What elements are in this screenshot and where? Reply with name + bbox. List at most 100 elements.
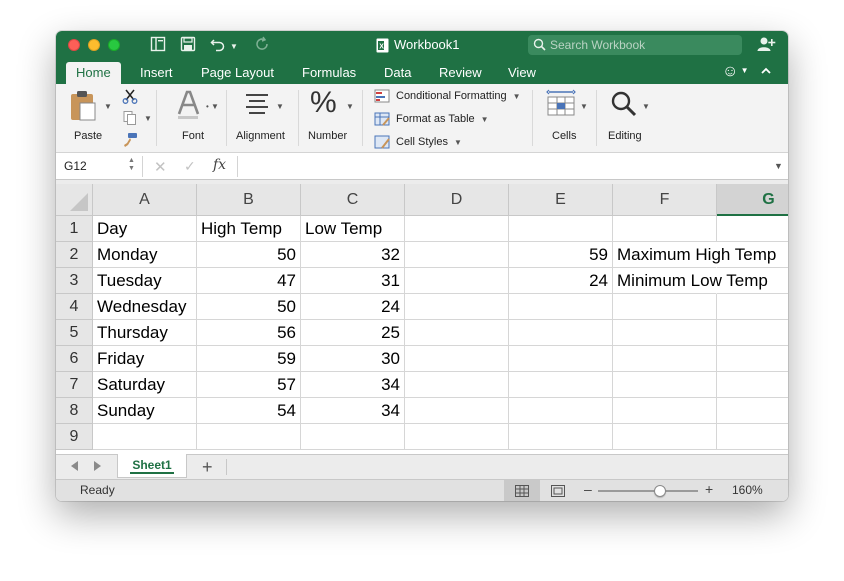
enter-formula-icon[interactable]: ✓	[184, 158, 196, 175]
cell-d9[interactable]	[405, 424, 509, 450]
cell-c7[interactable]: 34	[301, 372, 405, 398]
column-header-d[interactable]: D	[405, 184, 509, 216]
page-layout-view-button[interactable]	[540, 480, 576, 501]
cells-dropdown-icon[interactable]: ▼	[580, 102, 588, 111]
sheet-tab-sheet1[interactable]: Sheet1	[117, 454, 187, 478]
cell-a4[interactable]: Wednesday	[93, 294, 197, 320]
cell-g9[interactable]	[717, 424, 788, 450]
previous-sheet-icon[interactable]	[71, 461, 78, 471]
insert-function-icon[interactable]: fx	[213, 157, 226, 173]
cell-a5[interactable]: Thursday	[93, 320, 197, 346]
column-header-b[interactable]: B	[197, 184, 301, 216]
column-header-c[interactable]: C	[301, 184, 405, 216]
column-header-g[interactable]: G	[717, 184, 788, 216]
zoom-percentage[interactable]: 160%	[732, 483, 763, 497]
number-group[interactable]: % ▼ Number	[304, 84, 362, 153]
tab-data[interactable]: Data	[374, 62, 421, 84]
cell-a7[interactable]: Saturday	[93, 372, 197, 398]
cell-c5[interactable]: 25	[301, 320, 405, 346]
font-group[interactable]: • ▼ Font	[162, 84, 222, 153]
tab-review[interactable]: Review	[429, 62, 492, 84]
cell-c1[interactable]: Low Temp	[301, 216, 405, 242]
cell-b2[interactable]: 50	[197, 242, 301, 268]
editing-magnifier-icon[interactable]	[610, 90, 638, 118]
sidebar-toggle-icon[interactable]	[150, 36, 166, 52]
name-box-stepper-icon[interactable]: ▲ ▼	[128, 157, 135, 173]
paste-group[interactable]: ▼ Paste ▼	[66, 84, 152, 153]
select-all-corner[interactable]	[56, 184, 93, 216]
alignment-lines-icon[interactable]	[244, 92, 270, 114]
expand-formula-bar-icon[interactable]: ▼	[774, 161, 783, 171]
cell-f6[interactable]	[613, 346, 717, 372]
cell-d2[interactable]	[405, 242, 509, 268]
cell-e5[interactable]	[509, 320, 613, 346]
cells-group[interactable]: ▼ Cells	[538, 84, 596, 153]
row-header-4[interactable]: 4	[56, 294, 93, 320]
cell-g7[interactable]	[717, 372, 788, 398]
editing-group[interactable]: ▼ Editing	[602, 84, 662, 153]
column-header-a[interactable]: A	[93, 184, 197, 216]
cell-e4[interactable]	[509, 294, 613, 320]
cell-f4[interactable]	[613, 294, 717, 320]
cell-b5[interactable]: 56	[197, 320, 301, 346]
zoom-slider-thumb[interactable]	[654, 485, 666, 497]
cell-f3[interactable]: Minimum Low Temp	[613, 268, 768, 294]
format-as-table-button[interactable]: Format as Table ▼	[374, 112, 489, 126]
cell-a1[interactable]: Day	[93, 216, 197, 242]
row-header-9[interactable]: 9	[56, 424, 93, 450]
tab-home[interactable]: Home	[66, 62, 121, 84]
cell-f5[interactable]	[613, 320, 717, 346]
minimize-window-button[interactable]	[88, 39, 100, 51]
next-sheet-icon[interactable]	[94, 461, 101, 471]
row-header-3[interactable]: 3	[56, 268, 93, 294]
cell-a8[interactable]: Sunday	[93, 398, 197, 424]
copy-dropdown-icon[interactable]: ▼	[144, 114, 152, 123]
row-header-1[interactable]: 1	[56, 216, 93, 242]
cell-e8[interactable]	[509, 398, 613, 424]
save-icon[interactable]	[180, 36, 196, 52]
cell-d7[interactable]	[405, 372, 509, 398]
cell-e3[interactable]: 24	[509, 268, 613, 294]
cell-c8[interactable]: 34	[301, 398, 405, 424]
cell-b3[interactable]: 47	[197, 268, 301, 294]
undo-icon[interactable]	[210, 36, 226, 52]
cell-c3[interactable]: 31	[301, 268, 405, 294]
font-letter-a-icon[interactable]	[176, 90, 200, 120]
cell-d3[interactable]	[405, 268, 509, 294]
cell-c6[interactable]: 30	[301, 346, 405, 372]
cell-d5[interactable]	[405, 320, 509, 346]
row-header-6[interactable]: 6	[56, 346, 93, 372]
cell-g5[interactable]	[717, 320, 788, 346]
cell-f7[interactable]	[613, 372, 717, 398]
cell-g6[interactable]	[717, 346, 788, 372]
cell-styles-button[interactable]: Cell Styles ▼	[374, 135, 462, 149]
paste-clipboard-icon[interactable]	[68, 90, 98, 122]
normal-view-button[interactable]	[504, 480, 540, 501]
cell-d4[interactable]	[405, 294, 509, 320]
cell-f1[interactable]	[613, 216, 717, 242]
cell-g2[interactable]	[717, 242, 788, 268]
zoom-slider-track[interactable]	[598, 490, 698, 492]
tab-insert[interactable]: Insert	[130, 62, 183, 84]
column-header-f[interactable]: F	[613, 184, 717, 216]
tab-page-layout[interactable]: Page Layout	[191, 62, 284, 84]
cell-a6[interactable]: Friday	[93, 346, 197, 372]
paste-dropdown-icon[interactable]: ▼	[104, 102, 112, 111]
tab-view[interactable]: View	[498, 62, 546, 84]
cell-c2[interactable]: 32	[301, 242, 405, 268]
row-header-5[interactable]: 5	[56, 320, 93, 346]
cell-e9[interactable]	[509, 424, 613, 450]
cells-icon[interactable]	[546, 89, 576, 117]
cell-e1[interactable]	[509, 216, 613, 242]
undo-dropdown-icon[interactable]: ▼	[230, 38, 238, 56]
cell-a2[interactable]: Monday	[93, 242, 197, 268]
cell-f9[interactable]	[613, 424, 717, 450]
row-header-7[interactable]: 7	[56, 372, 93, 398]
alignment-dropdown-icon[interactable]: ▼	[276, 102, 284, 111]
row-header-2[interactable]: 2	[56, 242, 93, 268]
tab-formulas[interactable]: Formulas	[292, 62, 366, 84]
cut-scissors-icon[interactable]	[122, 88, 138, 104]
zoom-out-icon[interactable]: –	[584, 481, 592, 497]
cell-g3[interactable]	[717, 268, 788, 294]
cell-c9[interactable]	[301, 424, 405, 450]
